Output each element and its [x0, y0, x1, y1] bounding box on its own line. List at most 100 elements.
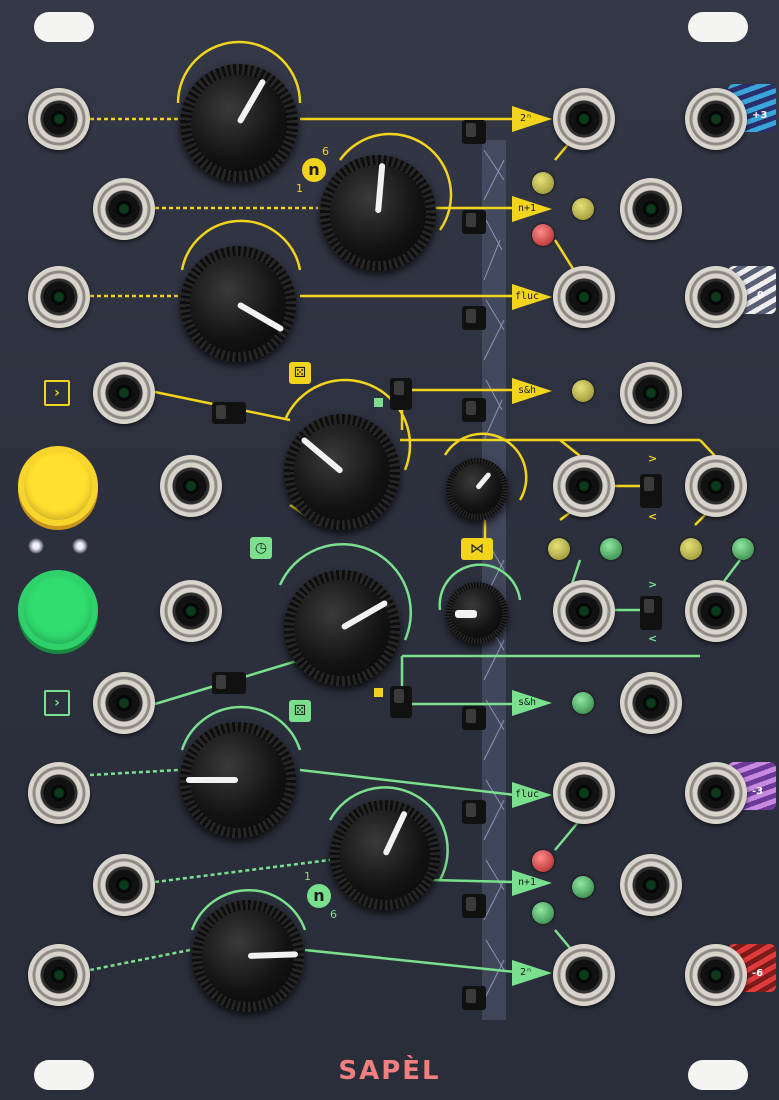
jack-out-zero[interactable]: [685, 266, 747, 328]
jack-out-plus3[interactable]: [685, 88, 747, 150]
label-fluc-bot: fluc: [514, 789, 540, 800]
label-2n-bot: 2ⁿ: [519, 967, 533, 978]
jack-cv-in-4[interactable]: [28, 762, 90, 824]
trigger-button-green[interactable]: [18, 570, 98, 650]
knob-indicator: [186, 777, 238, 783]
knob-fluc-bot[interactable]: [180, 722, 296, 838]
jack-cmp-a-top[interactable]: [553, 455, 615, 517]
label-minus6: -6: [752, 968, 764, 979]
knob-xfade-bot[interactable]: [446, 582, 508, 644]
knob-n1-bot[interactable]: [330, 800, 440, 910]
badge-n-top-min: 1: [296, 182, 303, 195]
label-sh-bot: s&h: [517, 697, 537, 708]
switch-compare-bot[interactable]: [640, 596, 662, 630]
jack-cmp-a-bot[interactable]: [553, 580, 615, 642]
knob-2n-bot[interactable]: [192, 900, 304, 1012]
label-fluc-top: fluc: [514, 291, 540, 302]
jack-out-2n-top[interactable]: [553, 88, 615, 150]
clock-icon: ◷: [250, 537, 272, 559]
led-sh-bot: [572, 692, 594, 714]
jack-cmp-b-bot[interactable]: [685, 580, 747, 642]
label-gt-top: >: [648, 452, 658, 465]
knob-xfade-top[interactable]: [446, 458, 508, 520]
label-zero: 0: [757, 290, 764, 301]
badge-n-bot-max: 6: [330, 908, 337, 921]
label-minus3: -3: [752, 786, 764, 797]
label-lt-top: <: [648, 510, 658, 523]
knob-rate-top[interactable]: [284, 414, 400, 530]
led-2n-top: [532, 172, 554, 194]
switch-clock-src-bot[interactable]: [212, 672, 246, 694]
led-indicator-right: [72, 538, 88, 554]
dice-icon: ⚄: [289, 700, 311, 722]
switch-sh-bot[interactable]: [462, 706, 486, 730]
led-2n-bot: [532, 902, 554, 924]
knob-n1-top[interactable]: [320, 155, 436, 271]
dice-icon: ⚄: [289, 362, 311, 384]
switch-2n-top[interactable]: [462, 120, 486, 144]
led-n1-top: [572, 198, 594, 220]
jack-cv-in-1[interactable]: [28, 88, 90, 150]
led-cmp-b-top: [680, 538, 702, 560]
led-cmp-a-bot: [600, 538, 622, 560]
jack-out-fluc-bot[interactable]: [553, 762, 615, 824]
jack-out-fluc-top[interactable]: [553, 266, 615, 328]
jack-out-2n-bot[interactable]: [553, 944, 615, 1006]
led-cmp-b-bot: [732, 538, 754, 560]
led-cmp-a-top: [548, 538, 570, 560]
led-indicator-left: [28, 538, 44, 554]
led-red-top: [532, 224, 554, 246]
label-lt-bot: <: [648, 632, 658, 645]
jack-gate-in-top[interactable]: [93, 362, 155, 424]
switch-clock-src-top[interactable]: [212, 402, 246, 424]
knob-2n-top[interactable]: [180, 64, 298, 182]
chevron-right-icon: ›: [44, 380, 70, 406]
switch-fluc-top[interactable]: [462, 306, 486, 330]
jack-cmp-b-top[interactable]: [685, 455, 747, 517]
badge-n-bot: n: [307, 884, 331, 908]
jack-clock-in-bot[interactable]: [160, 580, 222, 642]
jack-cv-in-2[interactable]: [93, 178, 155, 240]
jack-out-minus3[interactable]: [685, 762, 747, 824]
knob-fluc-top[interactable]: [180, 246, 296, 362]
knob-indicator: [455, 610, 477, 618]
led-red-bot: [532, 850, 554, 872]
jack-out-n1-top[interactable]: [620, 178, 682, 240]
jack-out-sh-top[interactable]: [620, 362, 682, 424]
chevron-right-icon: ›: [44, 690, 70, 716]
led-sh-top: [572, 380, 594, 402]
label-2n-top: 2ⁿ: [519, 113, 533, 124]
jack-out-sh-bot[interactable]: [620, 672, 682, 734]
badge-n-top: n: [302, 158, 326, 182]
crossfade-icon: ⋈: [461, 538, 493, 560]
trigger-button-yellow[interactable]: [18, 446, 98, 526]
jack-clock-in-top[interactable]: [160, 455, 222, 517]
jack-cv-in-6[interactable]: [28, 944, 90, 1006]
switch-sh-top[interactable]: [462, 398, 486, 422]
switch-mode-top[interactable]: [390, 378, 412, 410]
label-sh-top: s&h: [517, 385, 537, 396]
label-n1-top: n+1: [517, 203, 537, 214]
label-plus3: +3: [752, 110, 768, 121]
switch-2n-bot[interactable]: [462, 986, 486, 1010]
jack-gate-in-bot[interactable]: [93, 672, 155, 734]
jack-cv-in-3[interactable]: [28, 266, 90, 328]
switch-compare-top[interactable]: [640, 474, 662, 508]
label-gt-bot: >: [648, 578, 658, 591]
switch-n1-bot[interactable]: [462, 894, 486, 918]
switch-fluc-bot[interactable]: [462, 800, 486, 824]
yellow-square-indicator: [374, 688, 383, 697]
switch-n1-top[interactable]: [462, 210, 486, 234]
knob-rate-bot[interactable]: [284, 570, 400, 686]
brand-logo: SAPÈL: [338, 1056, 441, 1086]
badge-n-bot-min: 1: [304, 870, 311, 883]
green-square-indicator: [374, 398, 383, 407]
badge-n-top-max: 6: [322, 145, 329, 158]
led-n1-bot: [572, 876, 594, 898]
switch-mode-bot[interactable]: [390, 686, 412, 718]
jack-out-n1-bot[interactable]: [620, 854, 682, 916]
jack-out-minus6[interactable]: [685, 944, 747, 1006]
jack-cv-in-5[interactable]: [93, 854, 155, 916]
label-n1-bot: n+1: [517, 877, 537, 888]
module-panel: +3 0 -3 -6 n 6 1 n 1 6 ⚄ ⚄ ◷ › › ⋈ > < >…: [0, 0, 779, 1100]
